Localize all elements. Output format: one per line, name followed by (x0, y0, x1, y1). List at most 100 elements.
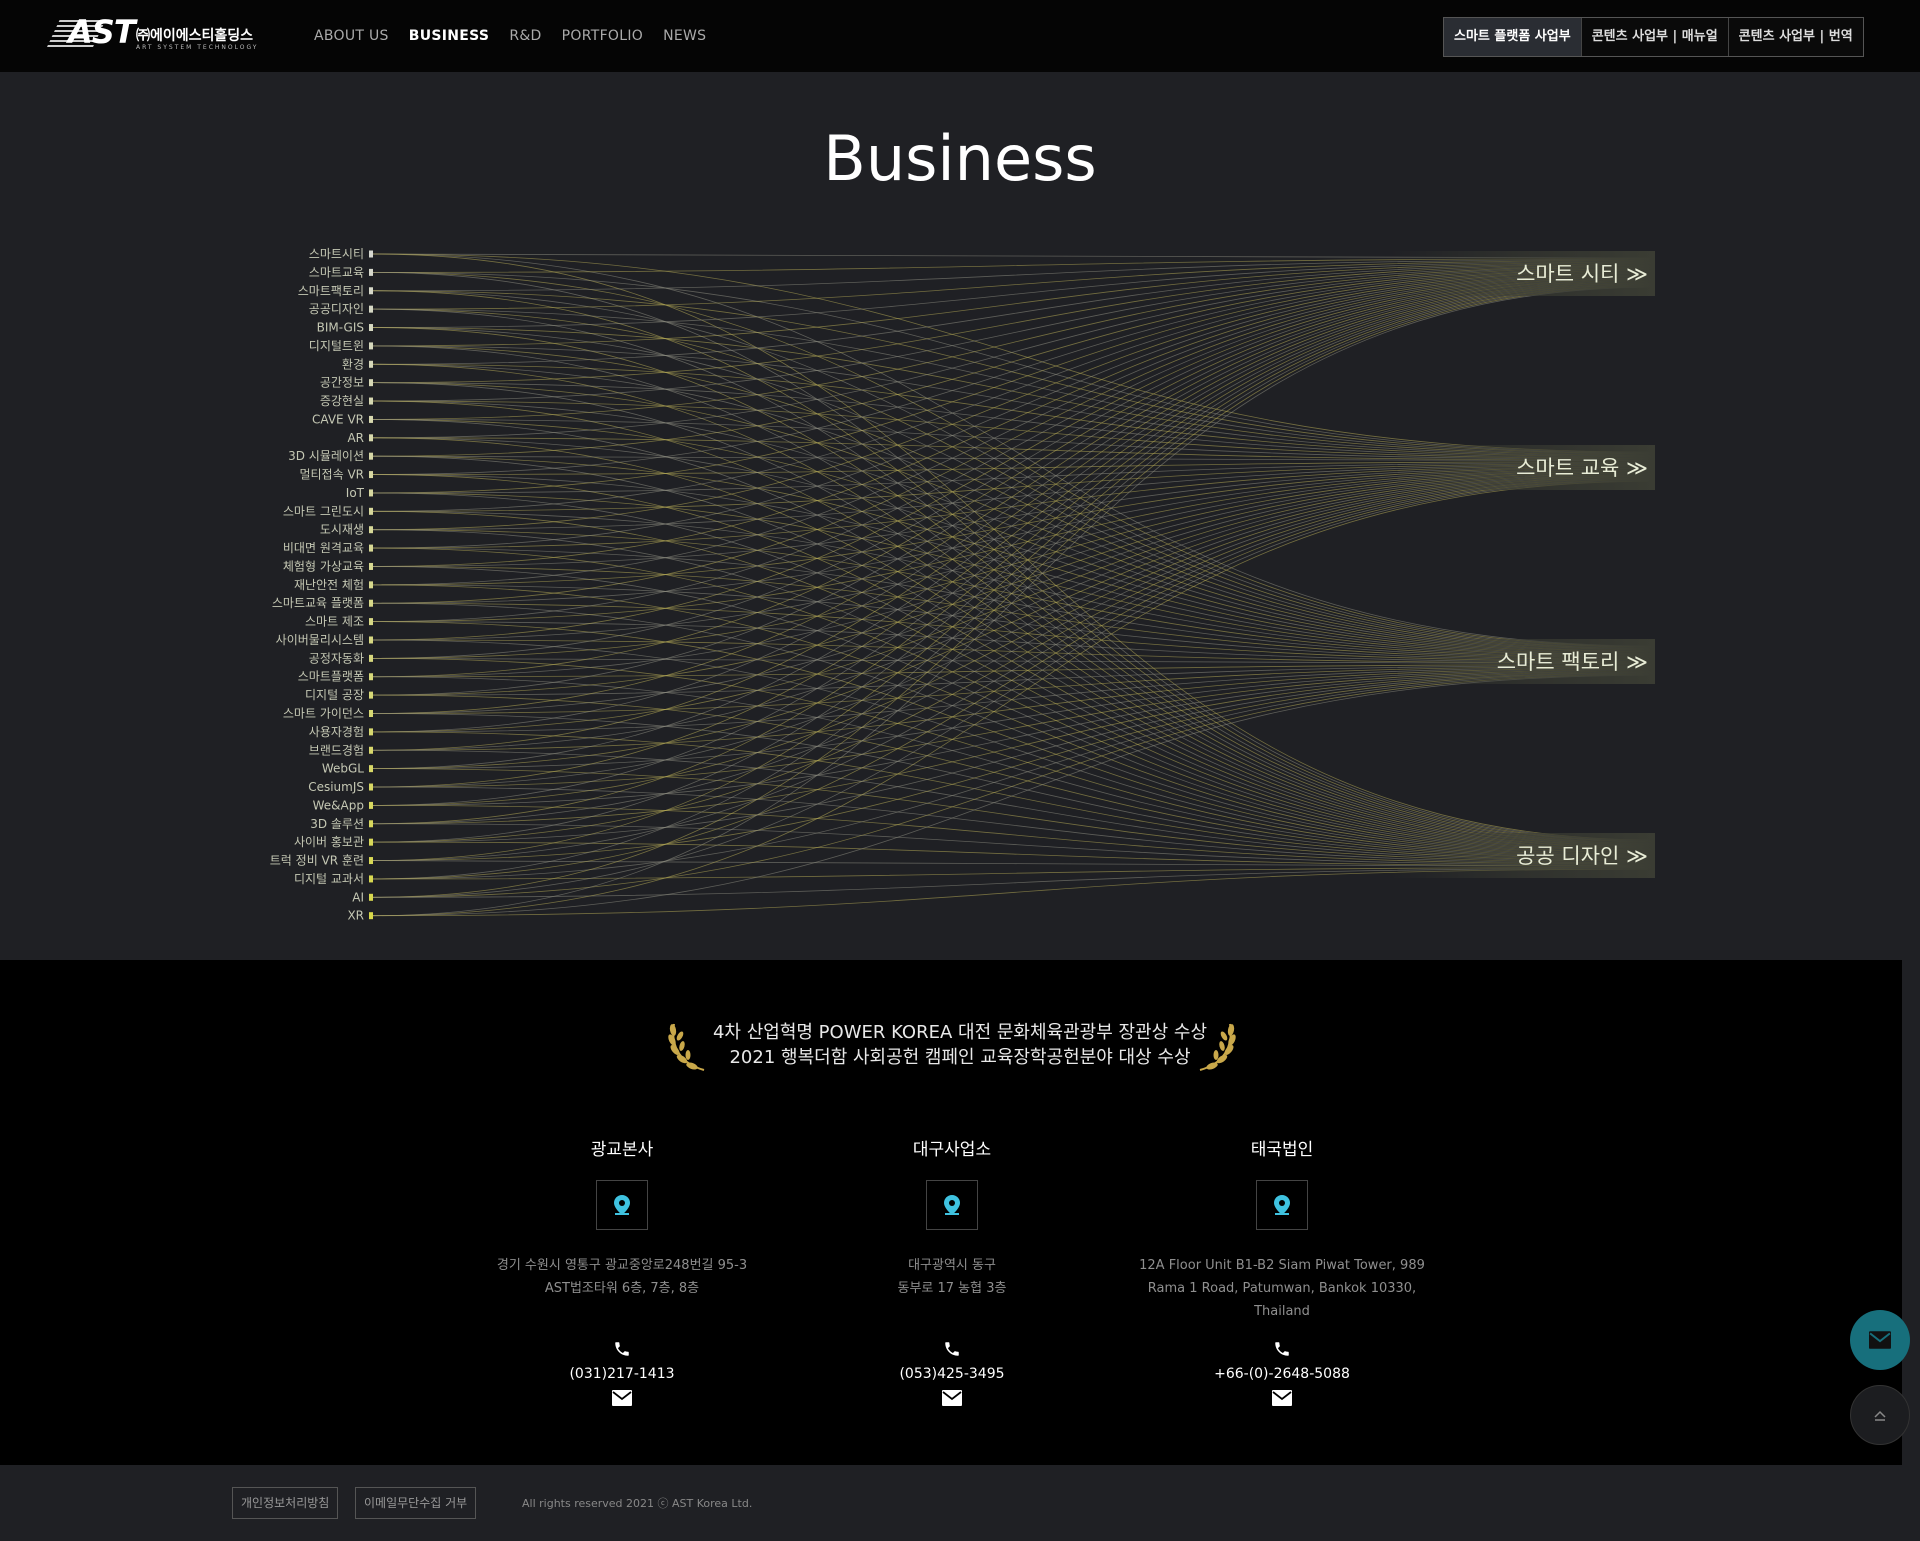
connection-line (371, 271, 1656, 454)
keyword-label[interactable]: 공공디자인 (309, 302, 364, 316)
keyword-marker (369, 636, 373, 644)
keyword-label[interactable]: 환경 (342, 357, 364, 371)
location-pin-button[interactable] (926, 1180, 978, 1230)
category-link[interactable]: 스마트 시티 ≫ (1516, 262, 1648, 286)
mail-icon[interactable] (472, 1390, 772, 1410)
keyword-label[interactable]: 디지털 공장 (305, 688, 364, 702)
keyword-marker (369, 434, 373, 442)
keyword-label[interactable]: 증강현실 (320, 394, 364, 408)
office-name: 광교본사 (590, 1140, 654, 1160)
division-buttons: 스마트 플랫폼 사업부 콘텐츠 사업부 | 매뉴얼 콘텐츠 사업부 | 번역 (1443, 17, 1864, 57)
keyword-label[interactable]: 브랜드경험 (309, 743, 364, 757)
office-name: 대구사업소 (912, 1140, 992, 1160)
keyword-marker (369, 324, 373, 332)
keyword-label[interactable]: 스마트 가이던스 (283, 707, 364, 721)
keyword-label[interactable]: 디지털 교과서 (294, 872, 364, 886)
keyword-label[interactable]: 사이버물리시스템 (276, 633, 364, 647)
phone-icon (802, 1340, 1102, 1362)
keyword-label[interactable]: BIM-GIS (317, 321, 364, 335)
keyword-label[interactable]: WebGL (322, 762, 364, 776)
logo-subtitle: ART SYSTEM TECHNOLOGY (136, 44, 259, 51)
content-translation-division-button[interactable]: 콘텐츠 사업부 | 번역 (1727, 18, 1863, 56)
award-line-2: 2021 행복더함 사회공헌 캠페인 교육장학공헌분야 대상 수상 (729, 1047, 1191, 1068)
keyword-label[interactable]: 3D 솔루션 (310, 817, 364, 831)
nav-portfolio[interactable]: PORTFOLIO (562, 28, 643, 44)
address-line: Thailand (1254, 1304, 1310, 1319)
keyword-label[interactable]: 비대면 원격교육 (283, 541, 364, 555)
location-pin-button[interactable] (596, 1180, 648, 1230)
keyword-marker (369, 268, 373, 276)
connection-line (371, 290, 1656, 455)
keyword-label[interactable]: XR (347, 909, 364, 923)
keyword-label[interactable]: 스마트교육 플랫폼 (272, 596, 364, 610)
keyword-label[interactable]: 멀티접속 VR (299, 468, 364, 482)
connection-line (371, 529, 1656, 853)
smart-platform-division-button[interactable]: 스마트 플랫폼 사업부 (1444, 18, 1581, 56)
keyword-label[interactable]: IoT (346, 486, 365, 500)
location-pin-icon (614, 1195, 630, 1215)
category-link[interactable]: 스마트 교육 ≫ (1516, 456, 1648, 480)
location-pin-icon (944, 1195, 960, 1215)
laurel-right-icon (1199, 1023, 1236, 1071)
contact-mail-button[interactable] (1850, 1310, 1910, 1370)
logo-mark: AST (68, 13, 136, 51)
keyword-label[interactable]: CesiumJS (308, 780, 364, 794)
keyword-label[interactable]: 도시재생 (320, 523, 364, 537)
keyword-label[interactable]: 사이버 홍보관 (294, 835, 364, 849)
keyword-label[interactable]: 디지털트윈 (309, 339, 364, 353)
keyword-label[interactable]: 체험형 가상교육 (283, 559, 364, 573)
phone-icon (1132, 1340, 1432, 1362)
keyword-marker (369, 783, 373, 791)
keyword-marker (369, 599, 373, 607)
nav-news[interactable]: NEWS (663, 28, 706, 44)
connection-line (371, 327, 1656, 456)
nav-rnd[interactable]: R&D (509, 28, 541, 44)
keyword-label[interactable]: 재난안전 체험 (294, 578, 364, 592)
office-phone[interactable]: (053)425-3495 (802, 1366, 1102, 1382)
keyword-label[interactable]: 트럭 정비 VR 훈련 (270, 854, 364, 868)
keyword-marker (369, 857, 373, 865)
office-gwanggyo: 광교본사 경기 수원시 영통구 광교중앙로248번길 95-3 AST법조타워 … (472, 1135, 772, 1410)
keyword-marker (369, 342, 373, 350)
email-collection-refusal-button[interactable]: 이메일무단수집 거부 (355, 1487, 477, 1519)
keyword-label[interactable]: 스마트시티 (309, 247, 364, 261)
copyright: All rights reserved 2021 ⓒ AST Korea Ltd… (522, 1497, 753, 1510)
keyword-label[interactable]: 공간정보 (320, 376, 364, 390)
keyword-label[interactable]: 스마트교육 (309, 265, 364, 279)
keyword-label[interactable]: 3D 시뮬레이션 (288, 449, 364, 463)
connection-line (371, 290, 1656, 843)
scroll-top-button[interactable] (1850, 1385, 1910, 1445)
keyword-label[interactable]: CAVE VR (312, 412, 364, 426)
keyword-label[interactable]: AR (347, 431, 364, 445)
keyword-marker (369, 526, 373, 534)
keyword-marker (369, 654, 373, 662)
nav-about-us[interactable]: ABOUT US (314, 28, 389, 44)
keyword-label[interactable]: AI (352, 890, 364, 904)
office-phone[interactable]: (031)217-1413 (472, 1366, 772, 1382)
mail-icon[interactable] (1132, 1390, 1432, 1410)
logo[interactable]: AST ㈜에이에스티홀딩스 ART SYSTEM TECHNOLOGY (47, 13, 264, 53)
category-link[interactable]: 스마트 팩토리 ≫ (1497, 650, 1648, 674)
awards-block: 4차 산업혁명 POWER KOREA 대전 문화체육관광부 장관상 수상 20… (0, 1020, 1920, 1070)
location-pin-icon (1274, 1195, 1290, 1215)
keyword-label[interactable]: 스마트 제조 (305, 615, 364, 629)
keyword-marker (369, 710, 373, 717)
keyword-label[interactable]: We&App (313, 798, 364, 812)
connection-line (371, 327, 1656, 844)
keyword-marker (369, 489, 373, 497)
nav-business[interactable]: BUSINESS (409, 28, 490, 44)
keyword-label[interactable]: 공정자동화 (309, 651, 364, 665)
content-manual-division-button[interactable]: 콘텐츠 사업부 | 매뉴얼 (1580, 18, 1728, 56)
mail-icon[interactable] (802, 1390, 1102, 1410)
connection-line (371, 671, 1656, 843)
office-phone[interactable]: +66-(0)-2648-5088 (1132, 1366, 1432, 1382)
privacy-policy-button[interactable]: 개인정보처리방침 (232, 1487, 339, 1519)
keyword-label[interactable]: 스마트팩토리 (298, 284, 364, 298)
category-link[interactable]: 공공 디자인 ≫ (1516, 844, 1648, 868)
keyword-list: 스마트시티스마트교육스마트팩토리공공디자인 BIM-GIS 디지털트윈환경공간정보증… (270, 247, 373, 923)
keyword-label[interactable]: 스마트 그린도시 (283, 504, 364, 518)
keyword-label[interactable]: 스마트플랫폼 (298, 670, 364, 684)
location-pin-button[interactable] (1256, 1180, 1308, 1230)
keyword-label[interactable]: 사용자경험 (309, 725, 364, 739)
connection-line (371, 271, 1656, 567)
